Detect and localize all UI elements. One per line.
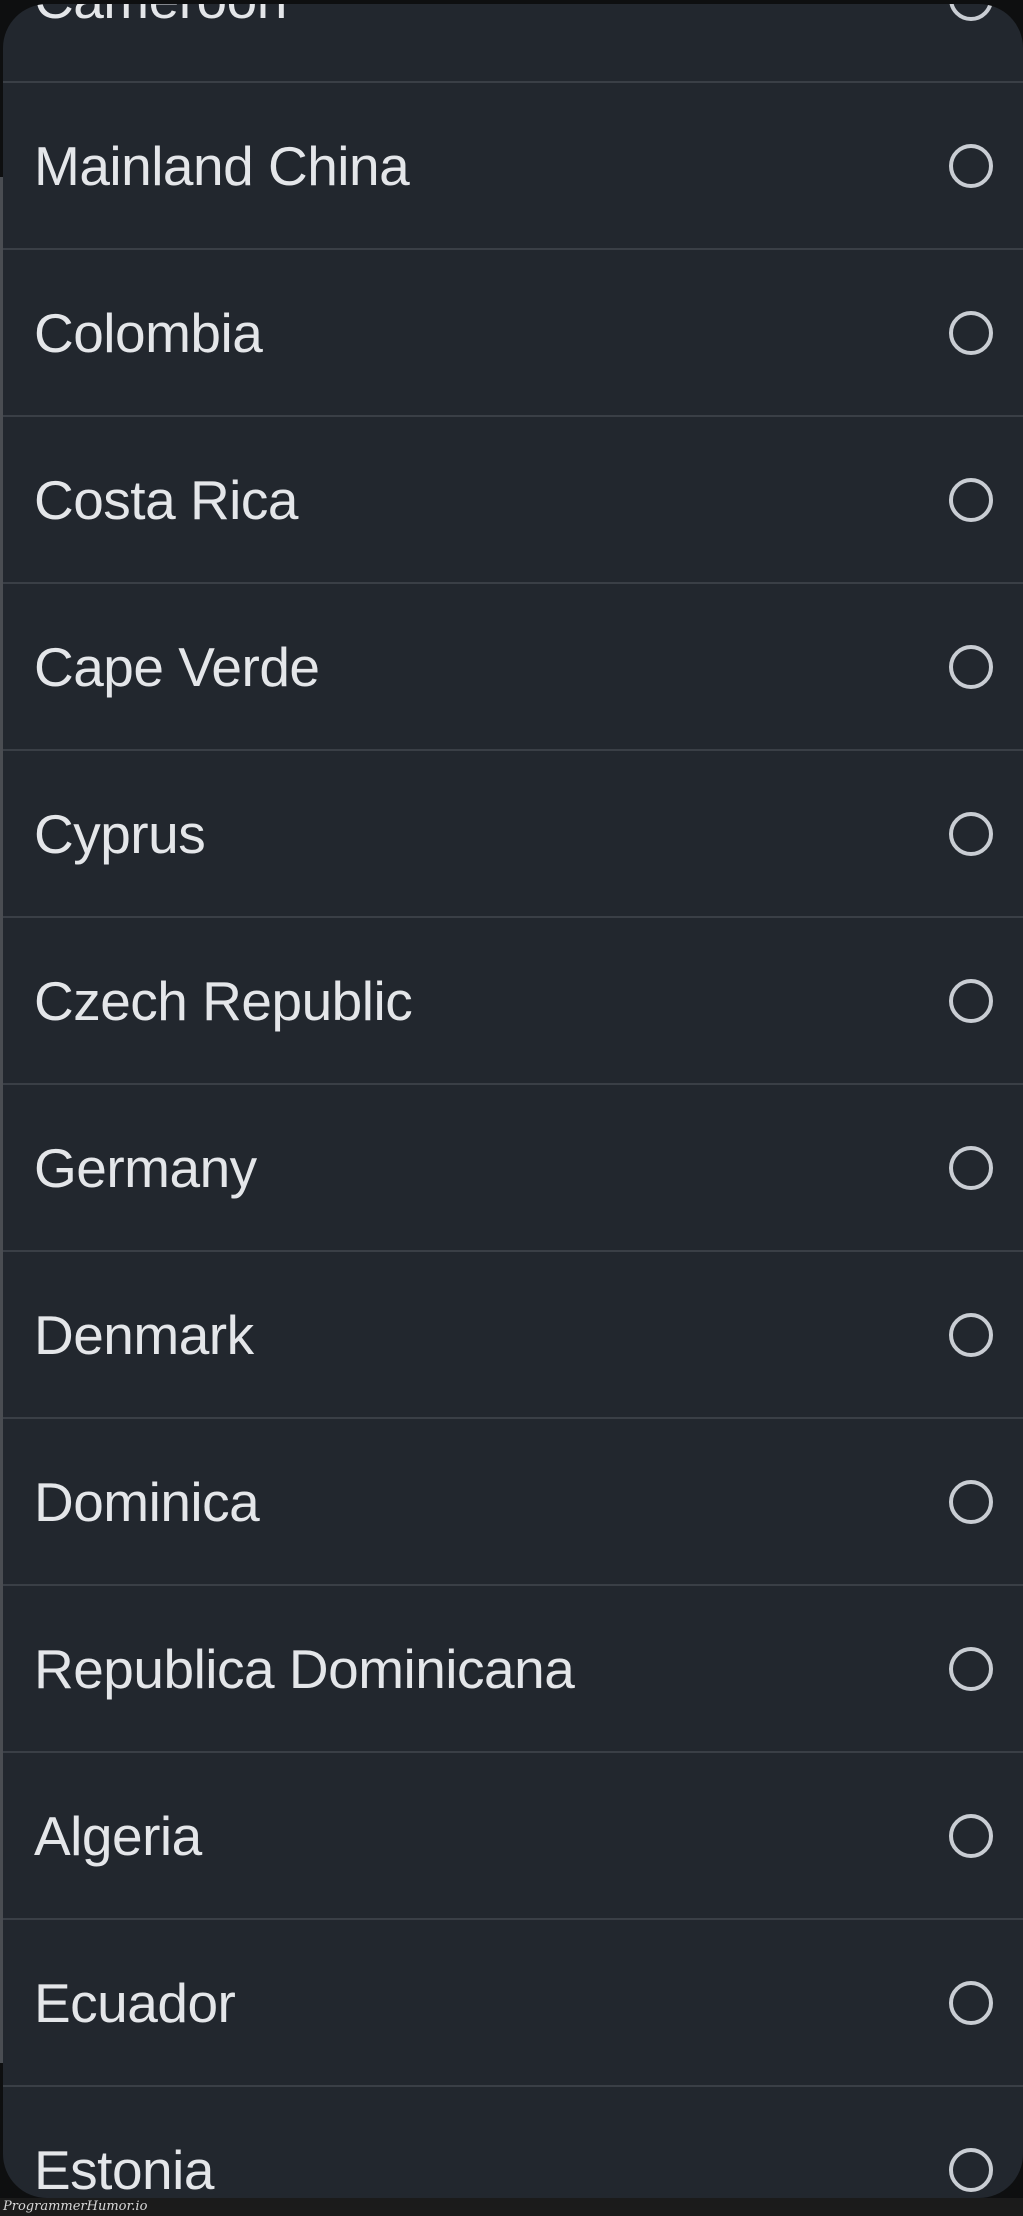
country-option[interactable]: Denmark — [3, 1252, 1023, 1419]
country-option[interactable]: Republica Dominicana — [3, 1586, 1023, 1753]
country-label: Denmark — [34, 1303, 254, 1366]
country-label: Czech Republic — [34, 969, 413, 1032]
country-option[interactable]: Estonia — [3, 2087, 1023, 2198]
country-option[interactable]: Czech Republic — [3, 918, 1023, 1085]
radio-button-icon[interactable] — [949, 310, 993, 355]
country-label: Algeria — [34, 1804, 202, 1867]
country-option[interactable]: Ecuador — [3, 1920, 1023, 2087]
country-option[interactable]: Mainland China — [3, 83, 1023, 250]
radio-button-icon[interactable] — [949, 477, 993, 522]
country-option[interactable]: Colombia — [3, 250, 1023, 417]
radio-button-icon[interactable] — [949, 1980, 993, 2025]
country-label: Republica Dominicana — [34, 1637, 575, 1700]
country-option[interactable]: Cyprus — [3, 751, 1023, 918]
radio-button-icon[interactable] — [949, 2147, 993, 2192]
watermark: ProgrammerHumor.io — [3, 2199, 148, 2214]
radio-button-icon[interactable] — [949, 1813, 993, 1858]
watermark-bar: ProgrammerHumor.io — [0, 2198, 1023, 2216]
radio-button-icon[interactable] — [949, 644, 993, 689]
country-label: Mainland China — [34, 134, 410, 197]
radio-button-icon[interactable] — [949, 1646, 993, 1691]
country-label: Dominica — [34, 1470, 260, 1533]
country-option[interactable]: Cameroon — [3, 4, 1023, 83]
country-option[interactable]: Costa Rica — [3, 417, 1023, 584]
radio-button-icon[interactable] — [949, 4, 993, 21]
country-label: Cape Verde — [34, 635, 320, 698]
country-option[interactable]: Algeria — [3, 1753, 1023, 1920]
country-label: Cyprus — [34, 802, 206, 865]
country-option[interactable]: Germany — [3, 1085, 1023, 1252]
country-list[interactable]: Cameroon Mainland China Colombia Costa Rica… — [3, 4, 1023, 2198]
country-label: Costa Rica — [34, 468, 298, 531]
radio-button-icon[interactable] — [949, 1479, 993, 1524]
country-label: Cameroon — [34, 4, 287, 31]
country-picker-sheet: Cameroon Mainland China Colombia Costa Rica… — [3, 4, 1023, 2198]
country-label: Estonia — [34, 2138, 214, 2199]
radio-button-icon[interactable] — [949, 978, 993, 1023]
radio-button-icon[interactable] — [949, 143, 993, 188]
radio-button-icon[interactable] — [949, 1145, 993, 1190]
radio-button-icon[interactable] — [949, 1312, 993, 1357]
country-option[interactable]: Dominica — [3, 1419, 1023, 1586]
country-label: Germany — [34, 1136, 257, 1199]
country-option[interactable]: Cape Verde — [3, 584, 1023, 751]
radio-button-icon[interactable] — [949, 811, 993, 856]
country-label: Ecuador — [34, 1971, 236, 2034]
country-label: Colombia — [34, 301, 263, 364]
